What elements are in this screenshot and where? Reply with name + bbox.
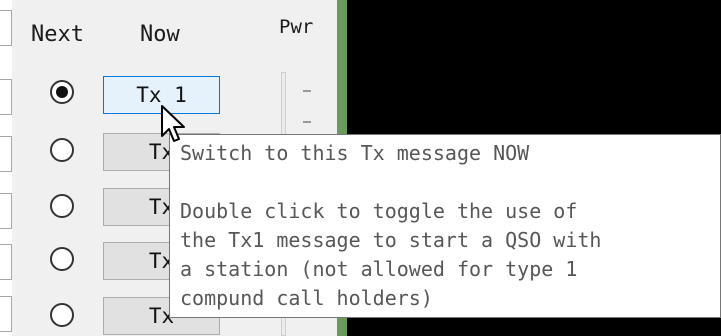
- message-field-edge[interactable]: [0, 244, 12, 280]
- tooltip-line: a station (not allowed for type 1: [180, 257, 578, 281]
- next-radio-tx3[interactable]: [50, 194, 74, 218]
- message-field-edge[interactable]: [0, 193, 12, 229]
- arrow-pointer-icon: [161, 105, 185, 142]
- power-header: Pwr: [279, 16, 314, 38]
- next-radio-tx1[interactable]: [50, 80, 74, 104]
- now-column-header: Now: [140, 22, 180, 47]
- slider-tick: [303, 90, 311, 92]
- next-radio-tx5[interactable]: [50, 303, 74, 327]
- message-field-edge[interactable]: [0, 10, 12, 46]
- slider-tick: [303, 121, 311, 123]
- tooltip-title: Switch to this Tx message NOW: [180, 141, 530, 165]
- next-radio-tx4[interactable]: [50, 247, 74, 271]
- message-field-edge[interactable]: [0, 79, 12, 115]
- tooltip-line: compund call holders): [180, 286, 433, 310]
- radio-checked-icon: [56, 86, 68, 98]
- next-column-header: Next: [31, 22, 84, 47]
- tooltip-line: the Tx1 message to start a QSO with: [180, 228, 602, 252]
- message-field-edge[interactable]: [0, 296, 12, 332]
- next-radio-tx2[interactable]: [50, 138, 74, 162]
- tx-panel: Next Now Tx 1 Tx Tx Tx Tx Pwr Switch to …: [0, 0, 721, 336]
- tooltip-line: Double click to toggle the use of: [180, 199, 578, 223]
- left-column-edge: [0, 0, 12, 336]
- message-field-edge[interactable]: [0, 136, 12, 172]
- tooltip: Switch to this Tx message NOW Double clic…: [169, 134, 721, 318]
